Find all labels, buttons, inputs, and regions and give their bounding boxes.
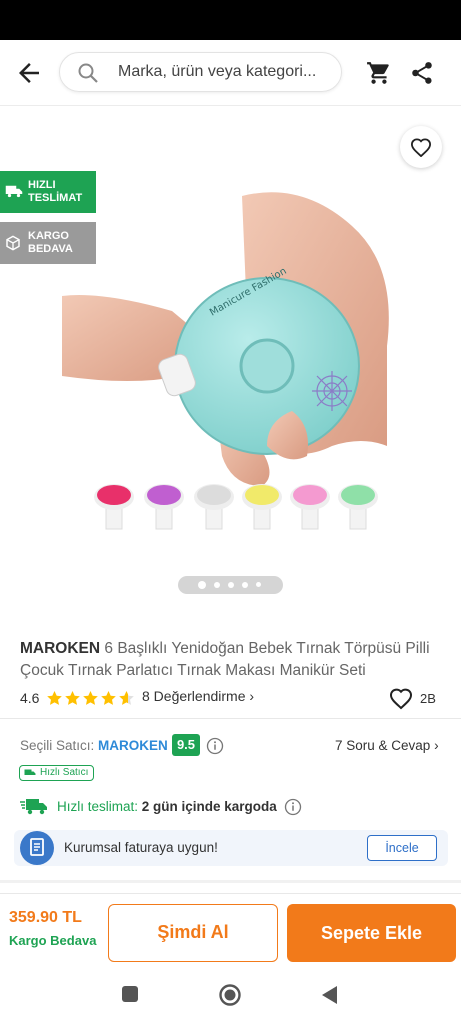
divider	[0, 880, 461, 883]
review-button[interactable]: İncele	[367, 835, 437, 861]
back-nav-icon[interactable]	[320, 985, 338, 1005]
truck-icon	[5, 185, 23, 198]
seller-row: Seçili Satıcı: MAROKEN 9.5 7 Soru & Ceva…	[20, 734, 444, 758]
nail-file-heads	[94, 484, 378, 530]
free-shipping-label: Kargo Bedava	[9, 933, 97, 948]
info-icon[interactable]	[206, 737, 224, 755]
chevron-right-icon: ›	[434, 738, 439, 753]
back-arrow-icon[interactable]	[14, 58, 44, 88]
invoice-icon	[20, 831, 54, 865]
star-rating-icon	[47, 691, 134, 705]
product-image: Manicure Fashion	[62, 192, 389, 530]
status-bar	[0, 0, 461, 40]
fast-seller-icon	[24, 769, 36, 775]
system-nav-bar	[0, 971, 461, 1024]
seller-score-badge: 9.5	[172, 734, 200, 756]
share-icon[interactable]	[409, 60, 435, 86]
corporate-invoice-banner: Kurumsal faturaya uygun! İncele	[14, 830, 448, 866]
purchase-bar: 359.90 TL Kargo Bedava Şimdi Al Sepete E…	[0, 893, 461, 971]
fast-seller-tag: Hızlı Satıcı	[19, 765, 95, 781]
home-icon[interactable]	[218, 983, 242, 1007]
heart-icon	[410, 138, 432, 157]
page-dot[interactable]	[228, 582, 234, 588]
truck-icon	[20, 799, 47, 815]
price: 359.90 TL	[9, 909, 82, 926]
like-count: 2B	[420, 691, 436, 706]
page-dot[interactable]	[214, 582, 220, 588]
buy-now-button[interactable]: Şimdi Al	[108, 904, 278, 962]
rating-row: 4.6 8 Değerlendirme › 2B	[20, 688, 440, 710]
heart-icon[interactable]	[389, 688, 413, 710]
divider	[0, 718, 461, 719]
chevron-right-icon: ›	[249, 688, 255, 704]
cart-icon[interactable]	[366, 60, 392, 86]
seller-name[interactable]: MAROKEN	[98, 738, 168, 753]
rating-value: 4.6	[20, 690, 40, 706]
recent-apps-icon[interactable]	[121, 985, 139, 1003]
add-to-cart-button[interactable]: Sepete Ekle	[287, 904, 456, 962]
delivery-label: Hızlı teslimat:	[57, 799, 139, 814]
page-dot-active[interactable]	[198, 581, 206, 589]
info-icon[interactable]	[284, 798, 302, 816]
search-bar[interactable]: Marka, ürün veya kategori...	[59, 52, 342, 92]
questions-answers-link[interactable]: 7 Soru & Cevap ›	[335, 738, 439, 753]
seller-label: Seçili Satıcı: MAROKEN	[20, 738, 168, 753]
product-brand[interactable]: MAROKEN	[20, 640, 100, 657]
page-dot[interactable]	[242, 582, 248, 588]
top-bar: Marka, ürün veya kategori...	[0, 40, 461, 106]
page-dot[interactable]	[256, 582, 261, 587]
image-pagination	[178, 576, 283, 594]
product-image-gallery[interactable]: HIZLI TESLİMAT KARGO BEDAVA Manicure Fas…	[0, 106, 461, 616]
delivery-value: 2 gün içinde kargoda	[141, 799, 277, 814]
product-title: MAROKEN 6 Başlıklı Yenidoğan Bebek Tırna…	[20, 638, 450, 682]
favorite-button[interactable]	[400, 126, 442, 168]
search-icon	[78, 63, 98, 83]
reviews-link[interactable]: 8 Değerlendirme ›	[142, 688, 254, 704]
search-placeholder: Marka, ürün veya kategori...	[118, 63, 317, 80]
box-icon	[6, 235, 20, 251]
delivery-info: Hızlı teslimat: 2 gün içinde kargoda	[20, 797, 450, 817]
corporate-invoice-text: Kurumsal faturaya uygun!	[64, 840, 218, 855]
